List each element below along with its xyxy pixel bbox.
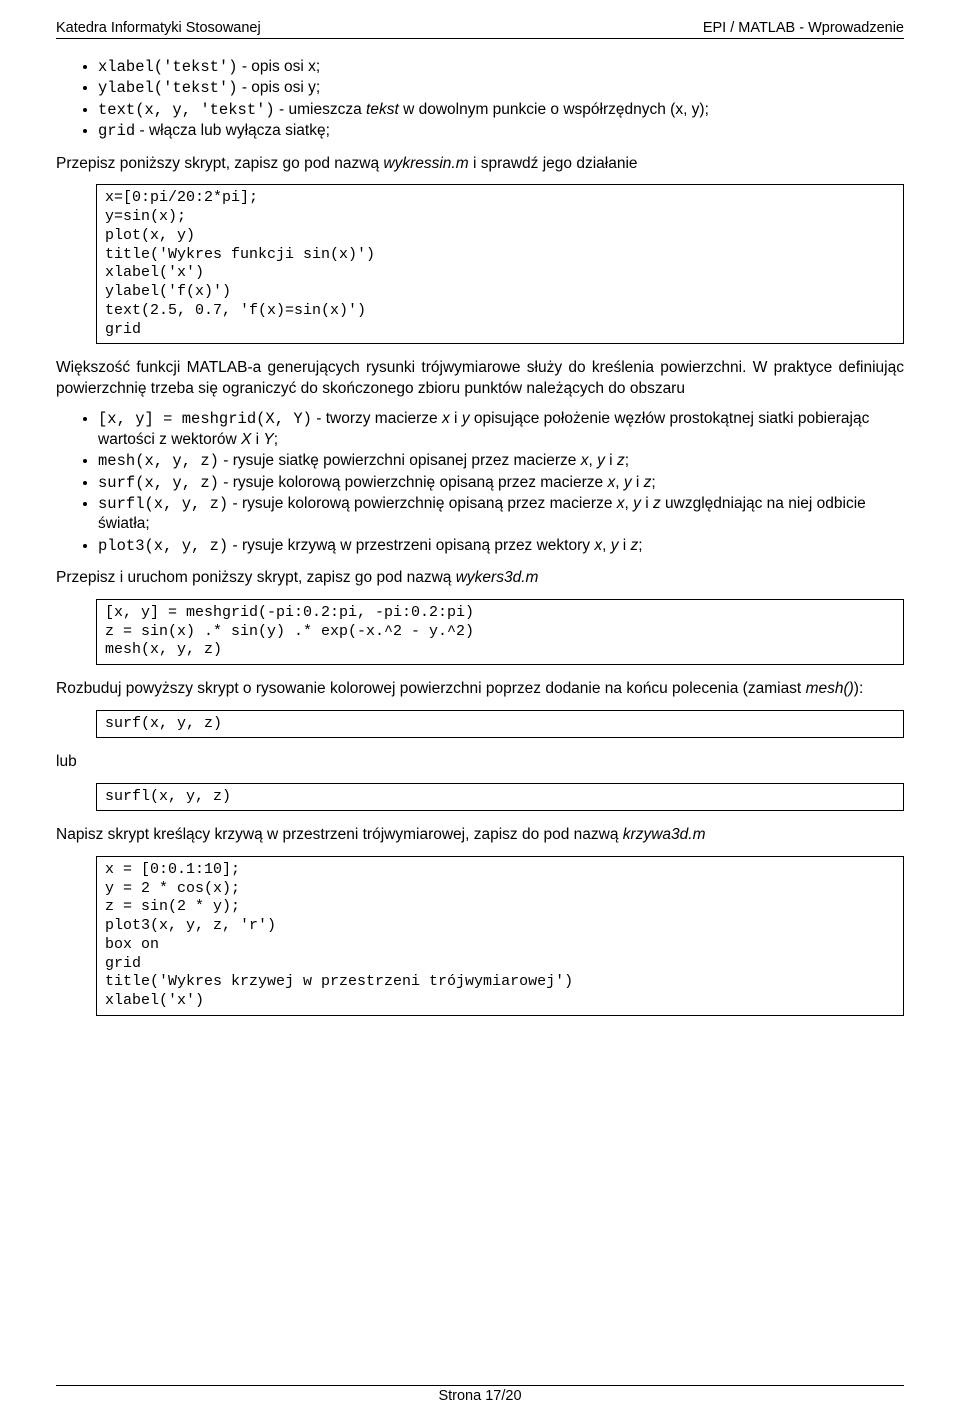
code-inline: [x, y] = meshgrid(X, Y) bbox=[98, 410, 312, 428]
text: - opis osi x; bbox=[238, 58, 321, 75]
text: w dowolnym punkcie o współrzędnych (x, y… bbox=[399, 101, 709, 118]
code-inline: grid bbox=[98, 122, 135, 140]
code-inline: ylabel('tekst') bbox=[98, 79, 238, 97]
text: Przepisz poniższy skrypt, zapisz go pod … bbox=[56, 155, 383, 172]
italic-text: tekst bbox=[366, 101, 399, 118]
italic-text: y bbox=[597, 452, 605, 469]
list-item: [x, y] = meshgrid(X, Y) - tworzy macierz… bbox=[98, 409, 904, 450]
text: Rozbuduj powyższy skrypt o rysowanie kol… bbox=[56, 680, 806, 697]
bullet-list-1: xlabel('tekst') - opis osi x; ylabel('te… bbox=[56, 57, 904, 142]
code-inline: text(x, y, 'tekst') bbox=[98, 101, 275, 119]
page: Katedra Informatyki Stosowanej EPI / MAT… bbox=[0, 0, 960, 1422]
code-block: x=[0:pi/20:2*pi]; y=sin(x); plot(x, y) t… bbox=[96, 184, 904, 344]
list-item: surf(x, y, z) - rysuje kolorową powierzc… bbox=[98, 473, 904, 493]
paragraph: Większość funkcji MATLAB-a generujących … bbox=[56, 358, 904, 399]
paragraph: Rozbuduj powyższy skrypt o rysowanie kol… bbox=[56, 679, 904, 699]
text: i bbox=[450, 410, 462, 427]
text: , bbox=[602, 537, 611, 554]
italic-text: krzywa3d.m bbox=[623, 826, 706, 843]
italic-text: mesh() bbox=[806, 680, 854, 697]
text: Napisz skrypt kreślący krzywą w przestrz… bbox=[56, 826, 623, 843]
list-item: text(x, y, 'tekst') - umieszcza tekst w … bbox=[98, 100, 904, 120]
text: i bbox=[605, 452, 617, 469]
italic-text: wykers3d.m bbox=[456, 569, 539, 586]
italic-text: y bbox=[624, 474, 632, 491]
paragraph: Napisz skrypt kreślący krzywą w przestrz… bbox=[56, 825, 904, 845]
page-footer: Strona 17/20 bbox=[56, 1385, 904, 1404]
text: - umieszcza bbox=[275, 101, 366, 118]
text: , bbox=[589, 452, 598, 469]
text: , bbox=[625, 495, 634, 512]
text: i bbox=[641, 495, 653, 512]
italic-text: z bbox=[653, 495, 661, 512]
italic-text: y bbox=[633, 495, 641, 512]
italic-text: Y bbox=[263, 431, 273, 448]
code-inline: xlabel('tekst') bbox=[98, 58, 238, 76]
text: ; bbox=[638, 537, 642, 554]
text: , bbox=[615, 474, 624, 491]
text: ; bbox=[625, 452, 629, 469]
list-item: surfl(x, y, z) - rysuje kolorową powierz… bbox=[98, 494, 904, 535]
text: Przepisz i uruchom poniższy skrypt, zapi… bbox=[56, 569, 456, 586]
paragraph-lub: lub bbox=[56, 752, 904, 772]
code-block: [x, y] = meshgrid(-pi:0.2:pi, -pi:0.2:pi… bbox=[96, 599, 904, 665]
code-block: surfl(x, y, z) bbox=[96, 783, 904, 812]
text: - rysuje kolorową powierzchnię opisaną p… bbox=[228, 495, 617, 512]
text: - rysuje kolorową powierzchnię opisaną p… bbox=[219, 474, 608, 491]
code-inline: surfl(x, y, z) bbox=[98, 495, 228, 513]
text: i sprawdź jego działanie bbox=[469, 155, 638, 172]
code-inline: mesh(x, y, z) bbox=[98, 452, 219, 470]
paragraph: Przepisz i uruchom poniższy skrypt, zapi… bbox=[56, 568, 904, 588]
code-block: x = [0:0.1:10]; y = 2 * cos(x); z = sin(… bbox=[96, 856, 904, 1016]
text: - tworzy macierze bbox=[312, 410, 442, 427]
code-inline: surf(x, y, z) bbox=[98, 474, 219, 492]
header-left: Katedra Informatyki Stosowanej bbox=[56, 20, 261, 36]
italic-text: y bbox=[462, 410, 470, 427]
bullet-list-2: [x, y] = meshgrid(X, Y) - tworzy macierz… bbox=[56, 409, 904, 556]
text: - rysuje siatkę powierzchni opisanej prz… bbox=[219, 452, 581, 469]
text: ; bbox=[651, 474, 655, 491]
text: i bbox=[618, 537, 630, 554]
text: i bbox=[251, 431, 263, 448]
text: - rysuje krzywą w przestrzeni opisaną pr… bbox=[228, 537, 594, 554]
paragraph: Przepisz poniższy skrypt, zapisz go pod … bbox=[56, 154, 904, 174]
list-item: grid - włącza lub wyłącza siatkę; bbox=[98, 121, 904, 141]
list-item: plot3(x, y, z) - rysuje krzywą w przestr… bbox=[98, 536, 904, 556]
italic-text: x bbox=[594, 537, 602, 554]
italic-text: X bbox=[241, 431, 251, 448]
italic-text: x bbox=[581, 452, 589, 469]
list-item: ylabel('tekst') - opis osi y; bbox=[98, 78, 904, 98]
page-header: Katedra Informatyki Stosowanej EPI / MAT… bbox=[56, 20, 904, 39]
italic-text: x bbox=[442, 410, 450, 427]
list-item: xlabel('tekst') - opis osi x; bbox=[98, 57, 904, 77]
code-inline: plot3(x, y, z) bbox=[98, 537, 228, 555]
list-item: mesh(x, y, z) - rysuje siatkę powierzchn… bbox=[98, 451, 904, 471]
code-block: surf(x, y, z) bbox=[96, 710, 904, 739]
text: - włącza lub wyłącza siatkę; bbox=[135, 122, 330, 139]
text: i bbox=[632, 474, 644, 491]
content: xlabel('tekst') - opis osi x; ylabel('te… bbox=[56, 57, 904, 1016]
italic-text: z bbox=[617, 452, 625, 469]
text: ; bbox=[274, 431, 278, 448]
italic-text: x bbox=[617, 495, 625, 512]
text: - opis osi y; bbox=[238, 79, 321, 96]
text: ): bbox=[854, 680, 863, 697]
italic-text: wykressin.m bbox=[383, 155, 468, 172]
header-right: EPI / MATLAB - Wprowadzenie bbox=[703, 20, 904, 36]
